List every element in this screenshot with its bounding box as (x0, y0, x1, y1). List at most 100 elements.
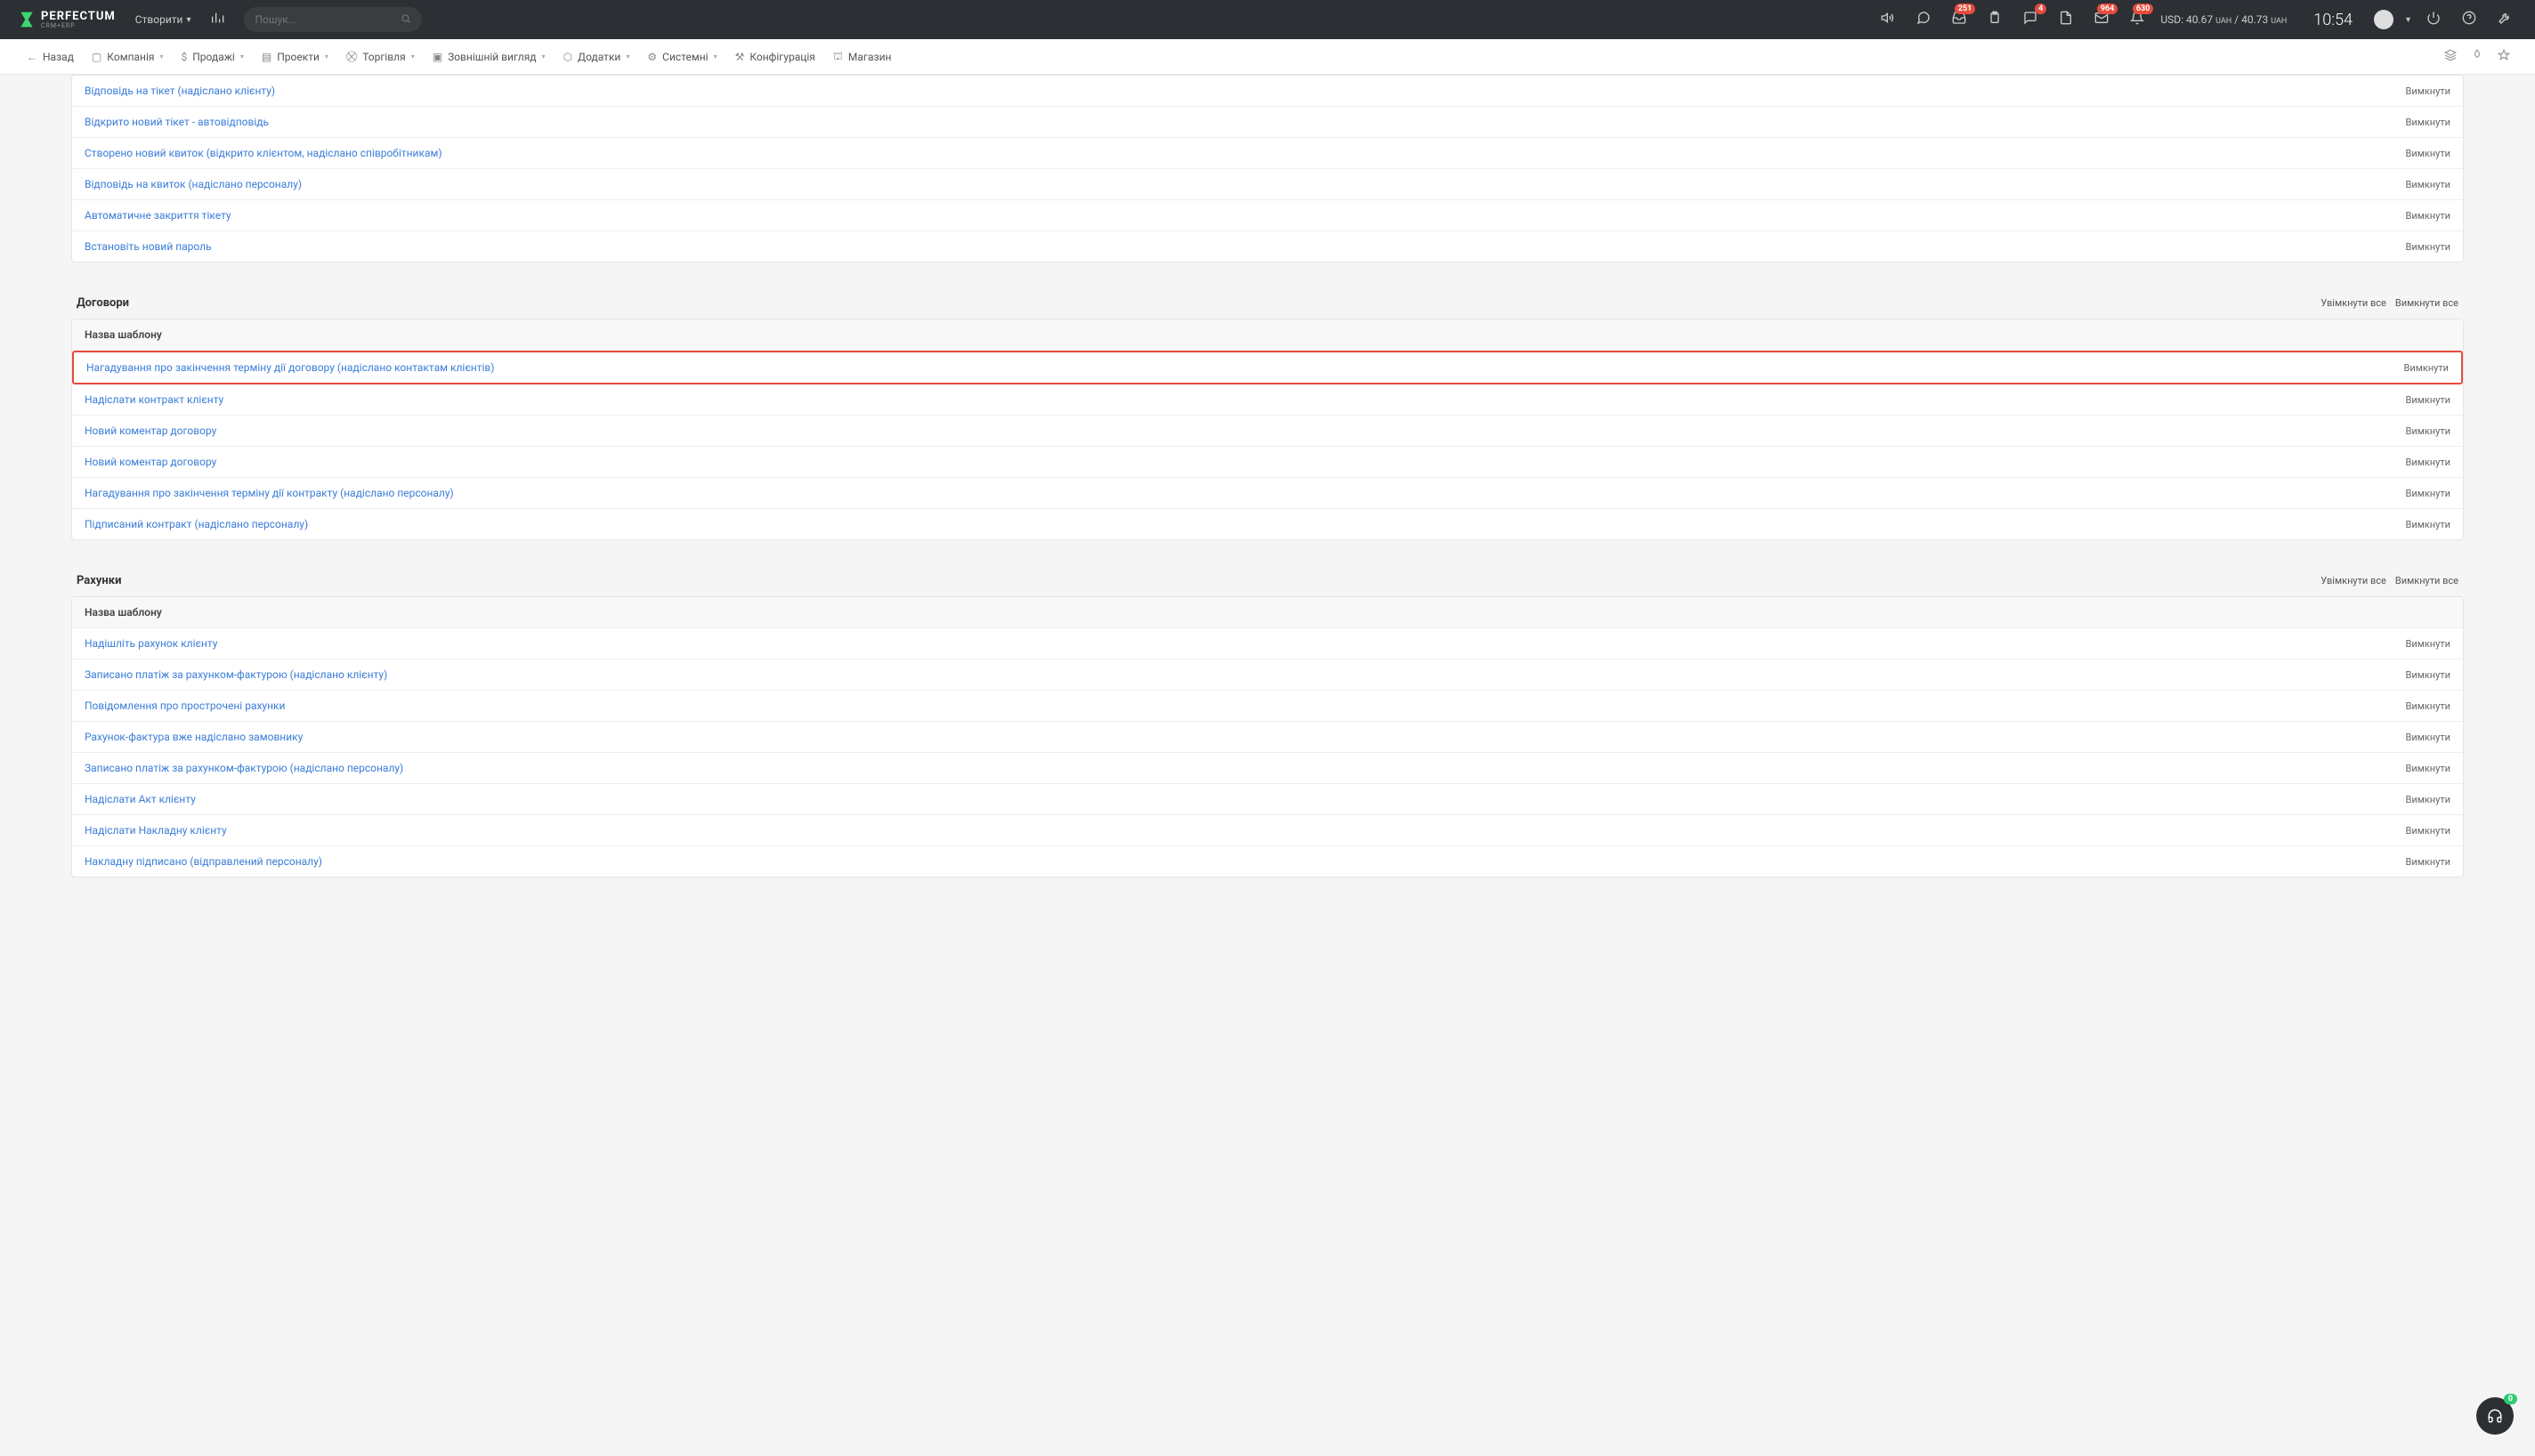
nav-back[interactable]: ← Назад (18, 51, 83, 63)
disable-link[interactable]: Вимкнути (2406, 457, 2451, 468)
user-menu-chevron[interactable]: ▾ (2406, 15, 2410, 25)
badge: 964 (2097, 4, 2118, 14)
mail-icon[interactable]: 964 (2089, 11, 2114, 28)
enable-all-link[interactable]: Увімкнути все (2320, 297, 2386, 309)
table-row: Відповідь на тікет (надіслано клієнту) Ви… (72, 76, 2463, 107)
table-row: Надіслати Накладну клієнту Вимкнути (72, 815, 2463, 846)
wrench-icon[interactable] (2492, 11, 2517, 28)
template-link[interactable]: Повідомлення про прострочені рахунки (85, 700, 285, 712)
stats-icon[interactable] (210, 11, 224, 28)
disable-link[interactable]: Вимкнути (2406, 732, 2451, 743)
file-icon[interactable] (2053, 11, 2078, 28)
section-title: Рахунки (77, 574, 121, 587)
disable-link[interactable]: Вимкнути (2406, 519, 2451, 530)
disable-link[interactable]: Вимкнути (2406, 669, 2451, 681)
nav-appearance[interactable]: ▣Зовнішній вигляд▾ (424, 51, 555, 63)
enable-all-link[interactable]: Увімкнути все (2320, 575, 2386, 586)
disable-link[interactable]: Вимкнути (2406, 179, 2451, 190)
search-input[interactable] (255, 13, 401, 26)
disable-link[interactable]: Вимкнути (2404, 362, 2450, 374)
template-link[interactable]: Рахунок-фактура вже надіслано замовнику (85, 731, 303, 743)
nav-config[interactable]: ⚒Конфігурація (726, 51, 824, 63)
logo[interactable]: PERFECTUM CRM+ERP (18, 11, 116, 29)
chevron-down-icon: ▾ (186, 15, 190, 25)
clipboard-icon[interactable] (1982, 11, 2007, 28)
template-link[interactable]: Новий коментар договору (85, 456, 216, 468)
template-link[interactable]: Відкрито новий тікет - автовідповідь (85, 116, 269, 128)
chevron-down-icon: ▾ (411, 53, 415, 61)
disable-link[interactable]: Вимкнути (2406, 394, 2451, 406)
nav-back-label: Назад (43, 51, 74, 63)
disable-link[interactable]: Вимкнути (2406, 425, 2451, 437)
template-link[interactable]: Записано платіж за рахунком-фактурою (на… (85, 668, 387, 681)
top-header: PERFECTUM CRM+ERP Створити ▾ 251 4 964 6… (0, 0, 2535, 39)
template-link[interactable]: Записано платіж за рахунком-фактурою (на… (85, 762, 403, 774)
disable-link[interactable]: Вимкнути (2406, 856, 2451, 868)
template-link[interactable]: Відповідь на тікет (надіслано клієнту) (85, 85, 275, 97)
disable-all-link[interactable]: Вимкнути все (2395, 575, 2458, 586)
table-header: Назва шаблону (72, 320, 2463, 351)
message-icon[interactable]: 4 (2018, 11, 2043, 28)
template-link[interactable]: Встановіть новий пароль (85, 240, 212, 253)
template-link[interactable]: Нагадування про закінчення терміну дії д… (86, 361, 494, 374)
template-link[interactable]: Надіслати Акт клієнту (85, 793, 196, 805)
chat-icon[interactable] (1911, 11, 1936, 28)
invoices-table: Назва шаблонуНадішліть рахунок клієнтуВи… (71, 596, 2464, 878)
help-icon[interactable] (2457, 11, 2482, 28)
table-row: Відповідь на квиток (надіслано персоналу… (72, 169, 2463, 200)
disable-link[interactable]: Вимкнути (2406, 794, 2451, 805)
avatar[interactable] (2374, 10, 2393, 29)
section-title: Договори (77, 296, 129, 310)
star-icon[interactable] (2490, 49, 2517, 65)
template-link[interactable]: Автоматичне закриття тікету (85, 209, 231, 222)
headset-icon (2487, 1408, 2503, 1424)
table-row: Надіслати Акт клієнту Вимкнути (72, 784, 2463, 815)
nav-trade[interactable]: ⛒Торгівля▾ (337, 50, 424, 63)
disable-link[interactable]: Вимкнути (2406, 488, 2451, 499)
nav-shop[interactable]: ⛫Магазин (824, 50, 901, 64)
badge: 4 (2035, 4, 2046, 14)
chat-fab[interactable]: 0 (2476, 1397, 2514, 1435)
table-row: Автоматичне закриття тікету Вимкнути (72, 200, 2463, 231)
table-row: Записано платіж за рахунком-фактурою (на… (72, 753, 2463, 784)
template-link[interactable]: Новий коментар договору (85, 425, 216, 437)
template-link[interactable]: Надіслати Накладну клієнту (85, 824, 227, 837)
disable-all-link[interactable]: Вимкнути все (2395, 297, 2458, 309)
template-link[interactable]: Надішліть рахунок клієнту (85, 637, 217, 650)
disable-link[interactable]: Вимкнути (2406, 148, 2451, 159)
disable-link[interactable]: Вимкнути (2406, 700, 2451, 712)
table-row: Надіслати контракт клієнту Вимкнути (72, 384, 2463, 416)
disable-link[interactable]: Вимкнути (2406, 117, 2451, 128)
dollar-icon: $ (182, 51, 188, 63)
template-link[interactable]: Нагадування про закінчення терміну дії к… (85, 487, 454, 499)
template-link[interactable]: Накладну підписано (відправлений персона… (85, 855, 322, 868)
table-row: Підписаний контракт (надіслано персоналу… (72, 509, 2463, 539)
disable-link[interactable]: Вимкнути (2406, 825, 2451, 837)
nav-addons[interactable]: ⬡Додатки▾ (555, 51, 639, 63)
disable-link[interactable]: Вимкнути (2406, 85, 2451, 97)
disable-link[interactable]: Вимкнути (2406, 210, 2451, 222)
disable-link[interactable]: Вимкнути (2406, 241, 2451, 253)
section-header-invoices: Рахунки Увімкнути все Вимкнути все (71, 558, 2464, 596)
nav-projects[interactable]: ▤Проекти▾ (253, 51, 337, 63)
stack-icon[interactable] (2437, 49, 2464, 65)
nav-company[interactable]: ▢Компанія▾ (83, 51, 173, 63)
create-button[interactable]: Створити ▾ (135, 13, 191, 26)
sound-icon[interactable] (1875, 11, 1900, 28)
search-box[interactable] (244, 7, 422, 32)
bell-icon[interactable]: 630 (2125, 11, 2150, 28)
flame-icon[interactable] (2464, 49, 2490, 65)
nav-system[interactable]: ⚙Системні▾ (638, 51, 725, 63)
template-link[interactable]: Підписаний контракт (надіслано персоналу… (85, 518, 308, 530)
inbox1-icon[interactable]: 251 (1947, 11, 1972, 28)
chevron-down-icon: ▾ (159, 53, 163, 61)
logo-text: PERFECTUM (41, 11, 116, 22)
template-link[interactable]: Надіслати контракт клієнту (85, 393, 223, 406)
power-icon[interactable] (2421, 11, 2446, 28)
nav-sales[interactable]: $Продажі▾ (173, 51, 253, 63)
template-link[interactable]: Відповідь на квиток (надіслано персоналу… (85, 178, 302, 190)
disable-link[interactable]: Вимкнути (2406, 638, 2451, 650)
disable-link[interactable]: Вимкнути (2406, 763, 2451, 774)
logo-mark-icon (18, 11, 36, 28)
template-link[interactable]: Створено новий квиток (відкрито клієнтом… (85, 147, 442, 159)
